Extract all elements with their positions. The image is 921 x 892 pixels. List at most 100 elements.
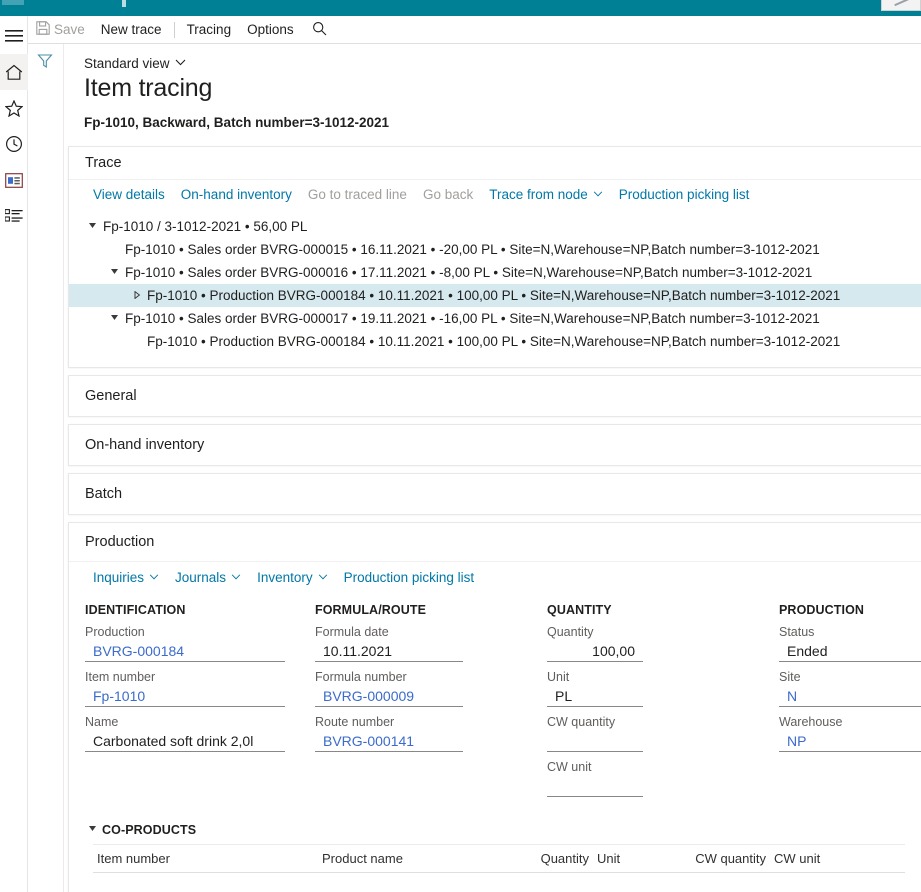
trace-section-title: Trace — [85, 155, 122, 171]
sidebar-item-workspaces[interactable] — [0, 162, 28, 198]
field-value[interactable]: Fp-1010 — [85, 685, 285, 707]
link-label: On-hand inventory — [180, 187, 292, 202]
field-value[interactable]: PL — [547, 685, 643, 707]
field-label: Quantity — [547, 625, 594, 639]
quantity-field-unit: Unit PL — [547, 669, 643, 707]
new-trace-button[interactable]: New trace — [93, 16, 170, 44]
field-value[interactable]: 100,00 — [547, 640, 643, 662]
titlebar-ghost-left — [2, 0, 24, 5]
coproducts-title: CO-PRODUCTS — [102, 823, 197, 837]
filter-pane — [28, 44, 64, 892]
column-header-quantity[interactable]: Quantity — [518, 851, 593, 866]
production-link-production-picking-list[interactable]: Production picking list — [336, 570, 483, 585]
trace-section-header[interactable]: Trace — [69, 147, 921, 179]
production-link-inventory[interactable]: Inventory — [249, 570, 336, 585]
expanded-triangle-icon[interactable] — [107, 314, 123, 324]
production-toolbar: Inquiries Journals Inventory Production pic… — [69, 561, 921, 593]
link-label: Production picking list — [618, 187, 750, 202]
field-value[interactable]: NP — [779, 730, 921, 752]
quantity-field-cw-unit: CW unit — [547, 759, 643, 797]
new-trace-label: New trace — [100, 22, 162, 37]
trace-tree-row-label: Fp-1010 / 3-1012-2021 • 56,00 PL — [103, 219, 308, 234]
coproducts-grid-header: Item number Product name Quantity Unit CW qu… — [93, 845, 905, 873]
field-label: Warehouse — [779, 715, 843, 729]
column-header-product-name[interactable]: Product name — [318, 851, 518, 866]
field-label: Site — [779, 670, 801, 684]
field-value[interactable] — [547, 775, 643, 797]
trace-tree-row[interactable]: Fp-1010 • Sales order BVRG-000017 • 19.1… — [69, 307, 921, 330]
field-value[interactable]: Ended — [779, 640, 921, 662]
column-header-cw-quantity[interactable]: CW quantity — [658, 851, 770, 866]
formula-route-heading: FORMULA/ROUTE — [315, 603, 427, 617]
trace-tree-row[interactable]: Fp-1010 • Production BVRG-000184 • 10.11… — [69, 330, 921, 353]
general-section: General — [68, 375, 921, 417]
filter-funnel-icon[interactable] — [37, 53, 53, 72]
field-value[interactable]: N — [779, 685, 921, 707]
sidebar-item-navigation-menu[interactable] — [0, 18, 28, 54]
column-header-cw-unit[interactable]: CW unit — [770, 851, 860, 866]
field-value[interactable]: BVRG-000141 — [315, 730, 463, 752]
tracing-menu[interactable]: Tracing — [179, 16, 240, 44]
page-subtitle: Fp-1010, Backward, Batch number=3-1012-2… — [84, 115, 390, 130]
options-menu[interactable]: Options — [239, 16, 302, 44]
general-section-header[interactable]: General — [69, 376, 921, 416]
search-button[interactable] — [302, 16, 337, 44]
quantity-field-cw-quantity: CW quantity — [547, 714, 643, 752]
chevron-down-icon — [149, 573, 159, 583]
field-value[interactable]: BVRG-000184 — [85, 640, 285, 662]
sidebar-item-home[interactable] — [0, 54, 28, 90]
window-restore-button[interactable] — [881, 0, 921, 11]
field-value[interactable]: 10.11.2021 — [315, 640, 463, 662]
onhand-section-header[interactable]: On-hand inventory — [69, 425, 921, 465]
trace-tree-row[interactable]: Fp-1010 • Sales order BVRG-000015 • 16.1… — [69, 238, 921, 261]
identification-field-production: Production BVRG-000184 — [85, 624, 285, 662]
production-section-header[interactable]: Production — [69, 523, 921, 561]
field-label: Unit — [547, 670, 570, 684]
trace-link-trace-from-node[interactable]: Trace from node — [481, 187, 611, 202]
trace-link-on-hand-inventory[interactable]: On-hand inventory — [173, 187, 300, 202]
trace-tree-row-label: Fp-1010 • Production BVRG-000184 • 10.11… — [147, 334, 841, 349]
chevron-down-icon — [318, 573, 328, 583]
trace-link-go-back: Go back — [415, 187, 481, 202]
expanded-triangle-icon[interactable] — [107, 268, 123, 278]
star-icon — [5, 99, 23, 117]
trace-tree-row[interactable]: Fp-1010 • Production BVRG-000184 • 10.11… — [69, 284, 921, 307]
production-column: PRODUCTION Status Ended Site N Warehouse NP — [779, 603, 921, 752]
expanded-triangle-icon[interactable] — [85, 222, 101, 232]
trace-tree: Fp-1010 / 3-1012-2021 • 56,00 PL Fp-1010 … — [69, 209, 921, 367]
quantity-heading: QUANTITY — [547, 603, 612, 617]
sidebar-item-favorites[interactable] — [0, 90, 28, 126]
field-value[interactable]: Carbonated soft drink 2,0l — [85, 730, 285, 752]
coproducts-header[interactable]: CO-PRODUCTS — [69, 823, 921, 837]
production-field-site: Site N — [779, 669, 921, 707]
page-body: Standard view Item tracing Fp-1010, Back… — [64, 44, 921, 892]
link-label: Inventory — [257, 570, 313, 585]
content-area: Standard view Item tracing Fp-1010, Back… — [28, 44, 921, 892]
column-header-item-number[interactable]: Item number — [93, 851, 318, 866]
batch-section-header[interactable]: Batch — [69, 474, 921, 514]
view-selector[interactable]: Standard view — [84, 56, 921, 71]
sidebar-item-recent[interactable] — [0, 126, 28, 162]
trace-link-go-to-traced-line: Go to traced line — [300, 187, 415, 202]
collapsed-triangle-icon[interactable] — [129, 290, 145, 301]
column-header-unit[interactable]: Unit — [593, 851, 658, 866]
titlebar-ghost-mid — [122, 0, 126, 7]
trace-link-production-picking-list[interactable]: Production picking list — [611, 187, 758, 202]
link-label: Inquiries — [93, 570, 145, 585]
field-label: Formula date — [315, 625, 389, 639]
field-value[interactable] — [547, 730, 643, 752]
production-link-journals[interactable]: Journals — [167, 570, 249, 585]
identification-column: IDENTIFICATION Production BVRG-000184 Item… — [85, 603, 285, 752]
sidebar-item-modules[interactable] — [0, 198, 28, 234]
trace-link-view-details[interactable]: View details — [85, 187, 173, 202]
field-value[interactable]: BVRG-000009 — [315, 685, 463, 707]
save-button[interactable]: Save — [28, 16, 93, 44]
trace-tree-row[interactable]: Fp-1010 • Sales order BVRG-000016 • 17.1… — [69, 261, 921, 284]
link-label: Go to traced line — [307, 187, 407, 202]
restore-icon — [894, 0, 910, 7]
production-link-inquiries[interactable]: Inquiries — [85, 570, 167, 585]
trace-tree-row[interactable]: Fp-1010 / 3-1012-2021 • 56,00 PL — [69, 215, 921, 238]
home-icon — [5, 64, 23, 81]
clock-icon — [5, 135, 23, 153]
batch-section: Batch — [68, 473, 921, 515]
